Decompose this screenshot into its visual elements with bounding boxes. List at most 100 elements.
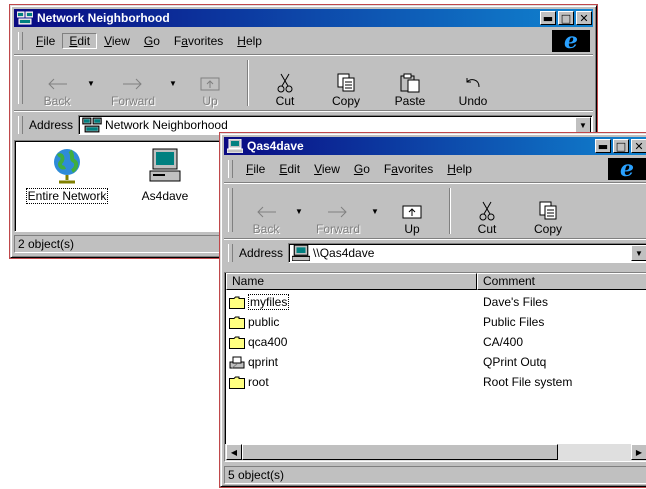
address-label: Address xyxy=(29,118,74,132)
address-field[interactable]: \\Qas4dave ▼ xyxy=(288,243,646,263)
horizontal-scrollbar[interactable]: ◀ ▶ xyxy=(225,444,646,461)
undo-button[interactable]: Undo xyxy=(443,58,503,108)
paste-button[interactable]: Paste xyxy=(377,58,443,108)
list-item-qprint[interactable]: qprint QPrint Outq xyxy=(225,352,646,372)
item-name: qca400 xyxy=(248,335,288,349)
scissors-icon xyxy=(478,200,496,222)
menu-go[interactable]: Go xyxy=(137,33,167,49)
printer-icon xyxy=(229,356,245,368)
maximize-button[interactable]: □ xyxy=(613,139,629,153)
item-label: Entire Network xyxy=(25,188,109,204)
file-list: Name Comment myfiles Dave's Files public… xyxy=(224,272,646,462)
copy-icon xyxy=(538,200,558,222)
column-header-name[interactable]: Name xyxy=(226,273,477,290)
forward-button[interactable]: Forward xyxy=(305,186,371,236)
scroll-thumb[interactable] xyxy=(242,444,558,460)
copy-button[interactable]: Copy xyxy=(315,58,377,108)
up-button[interactable]: Up xyxy=(381,186,443,236)
address-value: Network Neighborhood xyxy=(105,118,228,132)
titlebar[interactable]: Qas4dave ▬ □ ✕ xyxy=(224,137,646,155)
copy-button[interactable]: Copy xyxy=(517,186,579,236)
back-button[interactable]: Back xyxy=(237,186,295,236)
status-text: 5 object(s) xyxy=(228,468,285,482)
status-text: 2 object(s) xyxy=(18,237,75,251)
item-label: As4dave xyxy=(141,189,189,203)
scroll-left-icon[interactable]: ◀ xyxy=(226,444,242,460)
forward-dropdown-icon[interactable]: ▼ xyxy=(371,186,381,236)
up-label: Up xyxy=(404,222,420,236)
close-button[interactable]: ✕ xyxy=(631,139,646,153)
divider xyxy=(224,182,646,184)
menu-help[interactable]: Help xyxy=(230,33,269,49)
network-icon xyxy=(82,117,102,133)
menu-file[interactable]: File xyxy=(29,33,62,49)
back-dropdown-icon[interactable]: ▼ xyxy=(87,58,97,108)
cut-button[interactable]: Cut xyxy=(457,186,517,236)
menu-view[interactable]: View xyxy=(307,161,347,177)
menu-help[interactable]: Help xyxy=(440,161,479,177)
menu-go[interactable]: Go xyxy=(347,161,377,177)
list-item-qca400[interactable]: qca400 CA/400 xyxy=(225,332,646,352)
toolbar: Back ▼ Forward ▼ Up Cut Copy xyxy=(224,186,646,236)
icon-as4dave[interactable]: As4dave xyxy=(125,147,205,203)
up-button[interactable]: Up xyxy=(179,58,241,108)
toolbar-separator xyxy=(449,188,451,234)
address-grip[interactable] xyxy=(18,116,23,134)
menu-view[interactable]: View xyxy=(97,33,137,49)
computer-icon xyxy=(149,148,181,182)
forward-button[interactable]: Forward xyxy=(97,58,169,108)
menu-edit[interactable]: Edit xyxy=(62,33,98,49)
cut-button[interactable]: Cut xyxy=(255,58,315,108)
computer-icon xyxy=(292,245,311,261)
item-comment: Root File system xyxy=(483,375,573,389)
menubar-grip[interactable] xyxy=(18,32,23,50)
item-name: root xyxy=(248,375,269,389)
item-name: public xyxy=(248,315,280,329)
divider xyxy=(14,54,593,56)
ie-logo-icon: e xyxy=(552,30,590,52)
minimize-button[interactable]: ▬ xyxy=(540,11,556,25)
undo-icon xyxy=(463,72,483,94)
computer-icon xyxy=(227,139,243,153)
back-button[interactable]: Back xyxy=(27,58,87,108)
network-icon xyxy=(17,11,33,25)
copy-label: Copy xyxy=(331,94,360,108)
address-field[interactable]: Network Neighborhood ▼ xyxy=(78,115,593,135)
back-label: Back xyxy=(43,94,71,108)
divider xyxy=(14,110,593,112)
address-bar: Address \\Qas4dave ▼ xyxy=(224,242,646,264)
minimize-button[interactable]: ▬ xyxy=(595,139,611,153)
menu-favorites[interactable]: Favorites xyxy=(377,161,440,177)
forward-arrow-icon xyxy=(326,200,350,222)
item-name: myfiles xyxy=(248,294,290,310)
scroll-right-icon[interactable]: ▶ xyxy=(631,444,646,460)
back-dropdown-icon[interactable]: ▼ xyxy=(295,186,305,236)
list-item-root[interactable]: root Root File system xyxy=(225,372,646,392)
icon-entire-network[interactable]: Entire Network xyxy=(17,147,117,204)
list-item-myfiles[interactable]: myfiles Dave's Files xyxy=(225,292,646,312)
maximize-button[interactable]: □ xyxy=(558,11,574,25)
address-grip[interactable] xyxy=(228,244,233,262)
forward-dropdown-icon[interactable]: ▼ xyxy=(169,58,179,108)
cut-label: Cut xyxy=(477,222,497,236)
address-dropdown-icon[interactable]: ▼ xyxy=(575,117,591,133)
address-dropdown-icon[interactable]: ▼ xyxy=(631,245,646,261)
menu-edit[interactable]: Edit xyxy=(272,161,307,177)
folder-icon xyxy=(229,376,245,389)
menubar-grip[interactable] xyxy=(228,160,233,178)
menu-favorites[interactable]: Favorites xyxy=(167,33,230,49)
toolbar-grip[interactable] xyxy=(18,60,23,104)
back-label: Back xyxy=(252,222,280,236)
up-folder-icon xyxy=(401,200,423,222)
ie-logo-icon: e xyxy=(608,158,646,180)
window-title: Qas4dave xyxy=(247,139,304,153)
forward-arrow-icon xyxy=(121,72,145,94)
toolbar-grip[interactable] xyxy=(228,188,233,232)
paste-icon xyxy=(399,72,421,94)
list-item-public[interactable]: public Public Files xyxy=(225,312,646,332)
menu-bar: File Edit View Go Favorites Help e xyxy=(224,158,646,180)
titlebar[interactable]: Network Neighborhood ▬ □ ✕ xyxy=(14,9,593,27)
menu-file[interactable]: File xyxy=(239,161,272,177)
column-header-comment[interactable]: Comment xyxy=(477,273,646,290)
close-button[interactable]: ✕ xyxy=(576,11,592,25)
